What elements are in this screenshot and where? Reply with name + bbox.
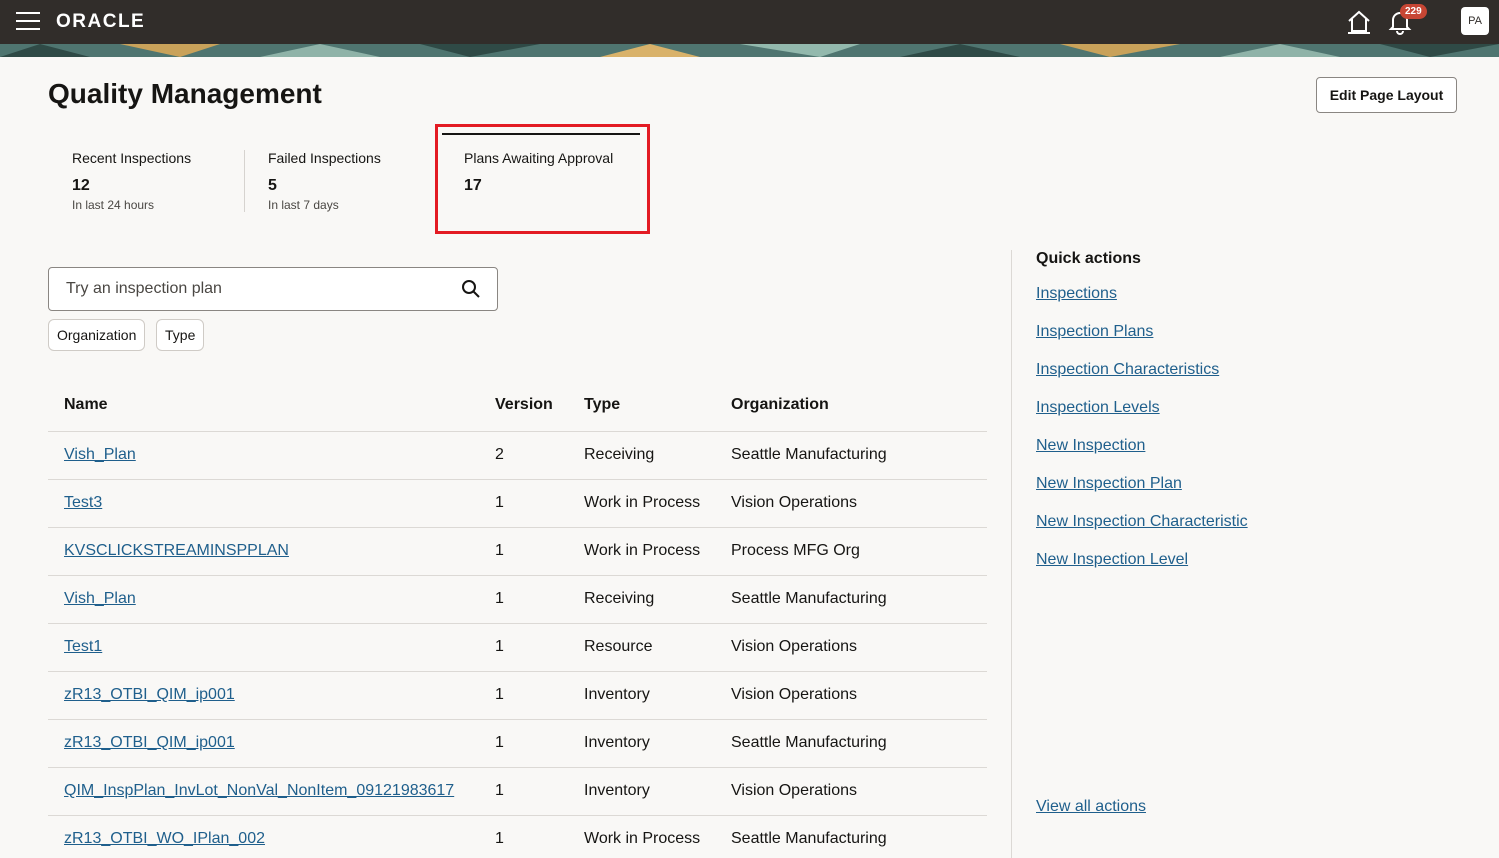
table-row: Vish_Plan 2 Receiving Seattle Manufactur… [48,432,987,480]
plan-type: Receiving [584,590,655,607]
search-icon[interactable] [461,279,481,299]
edit-page-layout-button[interactable]: Edit Page Layout [1316,77,1457,113]
oracle-logo[interactable]: ORACLE [56,11,145,33]
plan-version: 1 [495,590,504,607]
table-row: zR13_OTBI_QIM_ip001 1 Inventory Vision O… [48,672,987,720]
plan-type: Work in Process [584,494,701,511]
quick-action-inspections[interactable]: Inspections [1036,285,1117,303]
table-row: Vish_Plan 1 Receiving Seattle Manufactur… [48,576,987,624]
quick-action-new-inspection-characteristic[interactable]: New Inspection Characteristic [1036,513,1248,531]
plan-organization: Process MFG Org [731,542,860,559]
home-icon[interactable] [1346,9,1372,35]
metric-divider [244,150,245,212]
plan-version: 1 [495,734,504,751]
plan-organization: Seattle Manufacturing [731,446,887,463]
metric-value: 5 [268,177,277,194]
quick-action-inspection-characteristics[interactable]: Inspection Characteristics [1036,361,1219,379]
plan-version: 1 [495,686,504,703]
column-header-name[interactable]: Name [64,396,108,414]
notification-count-badge[interactable]: 229 [1400,4,1427,19]
plan-type: Inventory [584,686,650,703]
plan-type: Work in Process [584,830,701,847]
plan-organization: Seattle Manufacturing [731,830,887,847]
table-row: zR13_OTBI_QIM_ip001 1 Inventory Seattle … [48,720,987,768]
selected-tab-indicator [442,133,640,135]
plan-organization: Vision Operations [731,782,857,799]
plan-organization: Vision Operations [731,686,857,703]
table-row: zR13_OTBI_WO_IPlan_002 1 Work in Process… [48,816,987,858]
plan-version: 2 [495,446,504,463]
quick-action-new-inspection-level[interactable]: New Inspection Level [1036,551,1188,569]
metric-subtitle: In last 7 days [268,198,339,212]
filter-chip-organization[interactable]: Organization [48,319,146,351]
plan-organization: Vision Operations [731,638,857,655]
plan-organization: Vision Operations [731,494,857,511]
quick-actions-divider [1011,250,1012,858]
decorative-banner [0,44,1499,57]
metric-value: 17 [464,177,482,194]
table-header: Name Version Type Organization [48,384,987,432]
metric-plans-awaiting-approval[interactable]: Plans Awaiting Approval 17 [464,150,613,195]
plan-name-link[interactable]: Vish_Plan [64,590,136,608]
plan-version: 1 [495,782,504,799]
metric-recent-inspections[interactable]: Recent Inspections 12 In last 24 hours [72,150,191,212]
plan-type: Receiving [584,446,655,463]
plan-type: Inventory [584,782,650,799]
user-avatar[interactable]: PA [1461,7,1489,35]
plan-type: Work in Process [584,542,701,559]
quick-action-new-inspection-plan[interactable]: New Inspection Plan [1036,475,1182,493]
table-row: QIM_InspPlan_InvLot_NonVal_NonItem_09121… [48,768,987,816]
metric-failed-inspections[interactable]: Failed Inspections 5 In last 7 days [268,150,381,212]
plan-name-link[interactable]: KVSCLICKSTREAMINSPPLAN [64,542,289,560]
metric-label: Failed Inspections [268,150,381,166]
global-header: ORACLE 229 PA [0,0,1499,44]
plan-version: 1 [495,830,504,847]
view-all-actions-link[interactable]: View all actions [1036,798,1146,816]
filter-chip-type[interactable]: Type [156,319,205,351]
plan-name-link[interactable]: zR13_OTBI_QIM_ip001 [64,686,235,704]
column-header-type[interactable]: Type [584,396,620,414]
menu-icon[interactable] [16,12,40,32]
plan-name-link[interactable]: Test3 [64,494,102,512]
plan-organization: Seattle Manufacturing [731,734,887,751]
quick-action-inspection-plans[interactable]: Inspection Plans [1036,323,1153,341]
plan-name-link[interactable]: zR13_OTBI_WO_IPlan_002 [64,830,265,848]
plan-name-link[interactable]: zR13_OTBI_QIM_ip001 [64,734,235,752]
metric-subtitle: In last 24 hours [72,198,155,212]
plan-version: 1 [495,638,504,655]
metric-value: 12 [72,177,90,194]
table-row: Test3 1 Work in Process Vision Operation… [48,480,987,528]
quick-actions-title: Quick actions [1036,250,1141,267]
plan-name-link[interactable]: QIM_InspPlan_InvLot_NonVal_NonItem_09121… [64,782,454,800]
page-title: Quality Management [48,78,322,109]
plan-version: 1 [495,494,504,511]
plan-type: Resource [584,638,653,655]
plan-name-link[interactable]: Test1 [64,638,102,656]
table-row: Test1 1 Resource Vision Operations [48,624,987,672]
quick-action-new-inspection[interactable]: New Inspection [1036,437,1145,455]
table-row: KVSCLICKSTREAMINSPPLAN 1 Work in Process… [48,528,987,576]
column-header-version[interactable]: Version [495,396,553,414]
search-input[interactable] [50,269,450,309]
metric-label: Recent Inspections [72,150,192,166]
column-header-organization[interactable]: Organization [731,396,829,414]
plan-organization: Seattle Manufacturing [731,590,887,607]
quick-action-inspection-levels[interactable]: Inspection Levels [1036,399,1160,417]
metric-label: Plans Awaiting Approval [464,150,614,166]
plan-name-link[interactable]: Vish_Plan [64,446,136,464]
search-field [48,267,498,311]
plan-type: Inventory [584,734,650,751]
plan-version: 1 [495,542,504,559]
